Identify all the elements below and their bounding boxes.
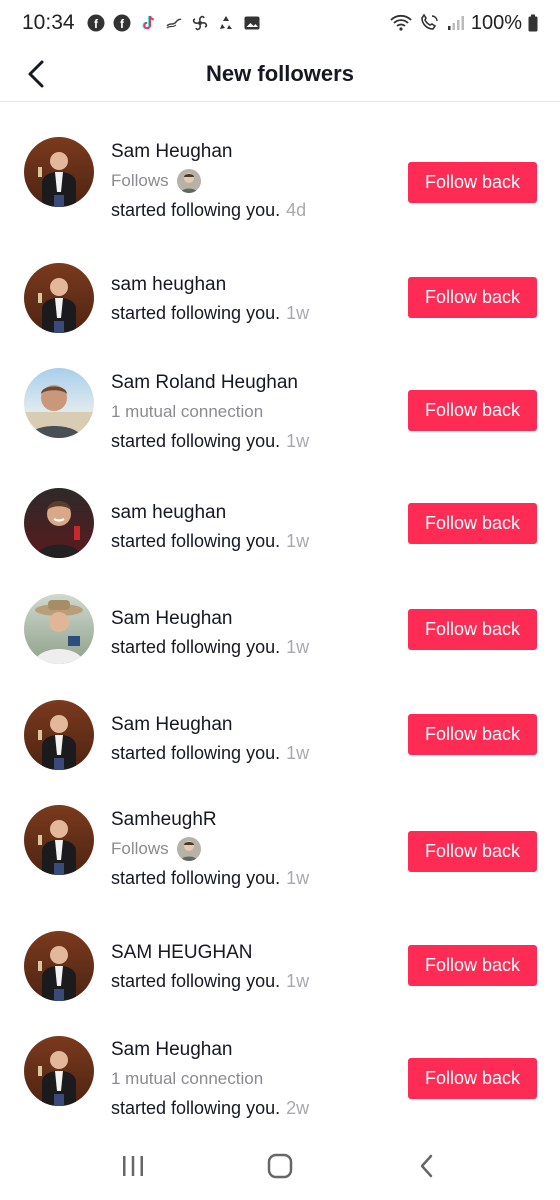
follow-back-button[interactable]: Follow back <box>408 503 537 544</box>
activity-time: 1w <box>286 431 310 451</box>
tiktok-icon <box>139 14 157 32</box>
mini-avatar <box>176 837 201 861</box>
follower-name[interactable]: Sam Heughan <box>111 140 391 164</box>
activity-label: started following you. <box>111 431 281 451</box>
activity-label: started following you. <box>111 1098 281 1118</box>
follower-name[interactable]: sam heughan <box>111 501 391 525</box>
activity-text: started following you. 1w <box>111 635 391 659</box>
recent-apps-button[interactable] <box>103 1141 163 1191</box>
activity-text: started following you. 1w <box>111 866 391 890</box>
mutual-label: 1 mutual connection <box>111 1069 264 1088</box>
activity-time: 1w <box>286 531 310 551</box>
system-back-button[interactable] <box>397 1141 457 1191</box>
wave-icon <box>165 14 183 32</box>
avatar[interactable] <box>24 488 94 558</box>
follower-subtitle: Follows <box>111 168 391 194</box>
avatar[interactable] <box>24 805 94 875</box>
activity-text: started following you. 1w <box>111 969 391 993</box>
activity-time: 4d <box>286 200 307 220</box>
facebook-icon: f <box>87 14 105 32</box>
activity-label: started following you. <box>111 743 281 763</box>
activity-time: 1w <box>286 868 310 888</box>
battery-icon <box>528 14 538 32</box>
status-time: 10:34 <box>22 11 75 34</box>
activity-label: started following you. <box>111 637 281 657</box>
mutual-label: 1 mutual connection <box>111 402 264 421</box>
follows-label: Follows <box>111 171 169 190</box>
avatar[interactable] <box>24 1036 94 1106</box>
follower-subtitle: Follows <box>111 836 391 862</box>
activity-label: started following you. <box>111 200 281 220</box>
follower-name[interactable]: Sam Heughan <box>111 607 391 631</box>
follow-back-button[interactable]: Follow back <box>408 831 537 872</box>
gallery-icon <box>243 14 261 32</box>
facebook-icon: f <box>113 14 131 32</box>
follow-back-button[interactable]: Follow back <box>408 390 537 431</box>
avatar[interactable] <box>24 137 94 207</box>
mini-avatar <box>176 169 201 193</box>
back-button[interactable] <box>20 56 52 92</box>
signal-icon <box>447 14 465 32</box>
activity-time: 1w <box>286 303 310 323</box>
system-navbar <box>0 1132 560 1200</box>
call-icon <box>419 14 441 32</box>
follower-name[interactable]: Sam Heughan <box>111 1038 391 1062</box>
follow-back-button[interactable]: Follow back <box>408 609 537 650</box>
follow-back-button[interactable]: Follow back <box>408 714 537 755</box>
chevron-left-icon <box>28 60 44 88</box>
activity-time: 1w <box>286 637 310 657</box>
follower-name[interactable]: SAM HEUGHAN <box>111 941 391 965</box>
follow-back-button[interactable]: Follow back <box>408 1058 537 1099</box>
fan-icon <box>191 14 209 32</box>
activity-time: 2w <box>286 1098 310 1118</box>
follow-back-button[interactable]: Follow back <box>408 162 537 203</box>
activity-text: started following you. 2w <box>111 1096 391 1120</box>
activity-text: started following you. 1w <box>111 301 391 325</box>
avatar[interactable] <box>24 700 94 770</box>
follow-back-button[interactable]: Follow back <box>408 277 537 318</box>
home-button[interactable] <box>250 1141 310 1191</box>
activity-label: started following you. <box>111 868 281 888</box>
status-bar: 10:34 f f 100% <box>0 0 560 46</box>
header: New followers <box>0 46 560 102</box>
follows-label: Follows <box>111 839 169 858</box>
follow-back-button[interactable]: Follow back <box>408 945 537 986</box>
activity-text: started following you. 1w <box>111 741 391 765</box>
back-nav-icon <box>420 1154 432 1178</box>
avatar[interactable] <box>24 931 94 1001</box>
follower-name[interactable]: Sam Roland Heughan <box>111 371 391 395</box>
recent-apps-icon <box>123 1156 144 1176</box>
follower-name[interactable]: Sam Heughan <box>111 713 391 737</box>
activity-time: 1w <box>286 971 310 991</box>
follower-subtitle: 1 mutual connection <box>111 1066 391 1092</box>
home-icon <box>267 1153 293 1179</box>
avatar[interactable] <box>24 594 94 664</box>
activity-time: 1w <box>286 743 310 763</box>
follower-name[interactable]: SamheughR <box>111 808 391 832</box>
activity-text: started following you. 1w <box>111 429 391 453</box>
follower-name[interactable]: sam heughan <box>111 273 391 297</box>
activity-text: started following you. 1w <box>111 529 391 553</box>
activity-label: started following you. <box>111 531 281 551</box>
activity-label: started following you. <box>111 971 281 991</box>
avatar[interactable] <box>24 368 94 438</box>
activity-label: started following you. <box>111 303 281 323</box>
battery-percent: 100% <box>470 11 522 34</box>
avatar[interactable] <box>24 263 94 333</box>
follower-subtitle: 1 mutual connection <box>111 399 391 425</box>
activity-text: started following you. 4d <box>111 198 391 222</box>
page-title: New followers <box>206 60 354 86</box>
recycle-icon <box>217 14 235 32</box>
wifi-icon <box>389 14 413 32</box>
